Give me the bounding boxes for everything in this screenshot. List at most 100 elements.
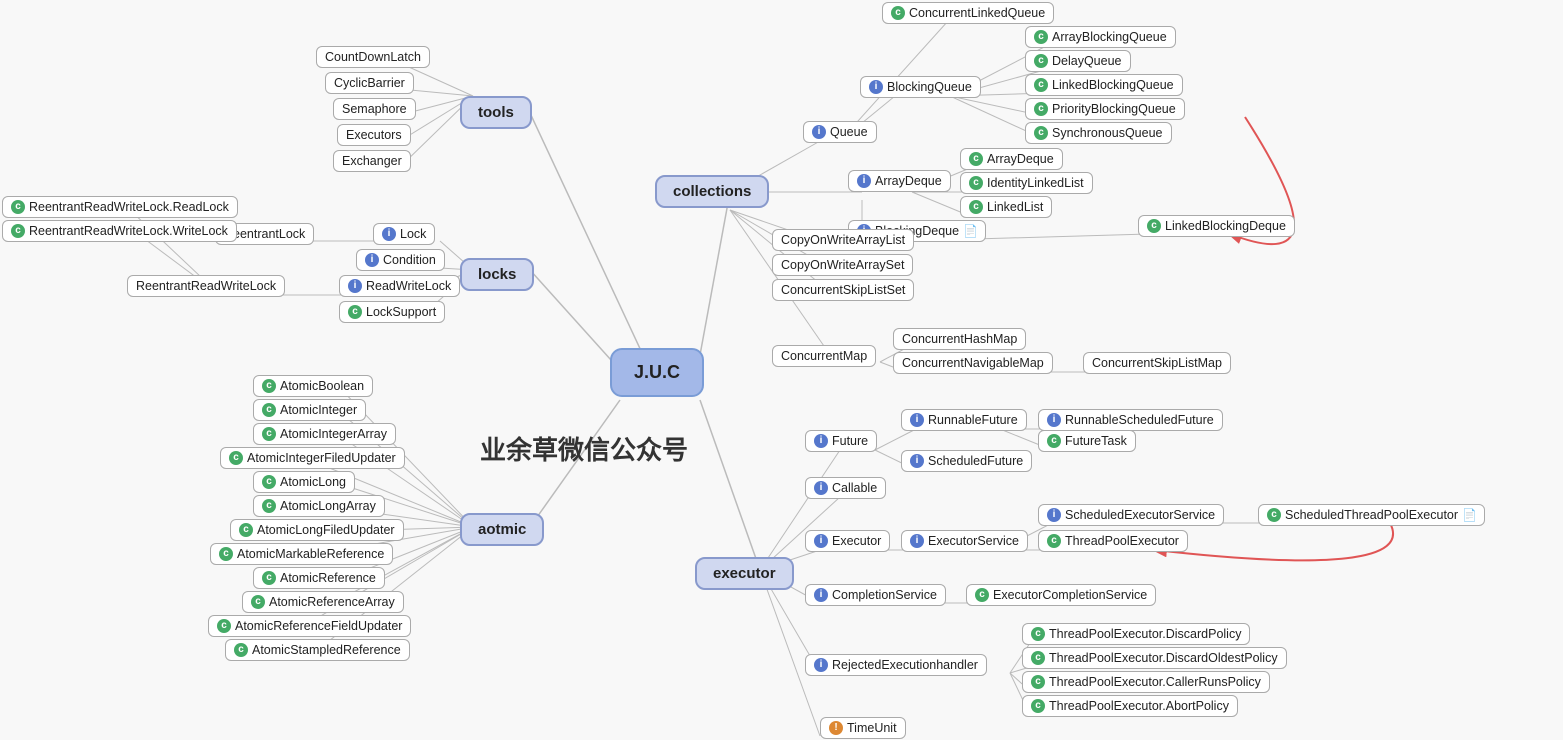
es-label: ExecutorService xyxy=(928,534,1019,548)
exec-icon: i xyxy=(814,534,828,548)
ll-icon: c xyxy=(969,200,983,214)
category-locks-label: locks xyxy=(478,266,516,283)
dq-icon: c xyxy=(1034,54,1048,68)
clq-label: ConcurrentLinkedQueue xyxy=(909,6,1045,20)
pbq-icon: c xyxy=(1034,102,1048,116)
sq-icon: c xyxy=(1034,126,1048,140)
exchanger-label: Exchanger xyxy=(342,154,402,168)
sq-label: SynchronousQueue xyxy=(1052,126,1163,140)
rf-icon: i xyxy=(910,413,924,427)
rwlock-label: ReadWriteLock xyxy=(366,279,451,293)
ft-label: FutureTask xyxy=(1065,434,1127,448)
node-scheduledthreadpoolexecutor: cScheduledThreadPoolExecutor📄 xyxy=(1258,504,1485,526)
node-locksupport: cLockSupport xyxy=(339,301,445,323)
node-concurrenthashmap: ConcurrentHashMap xyxy=(893,328,1026,350)
cyclicbarrier-label: CyclicBarrier xyxy=(334,76,405,90)
dp-label: ThreadPoolExecutor.DiscardPolicy xyxy=(1049,627,1241,641)
node-readlock: cReentrantReadWriteLock.ReadLock xyxy=(2,196,238,218)
rf-label: RunnableFuture xyxy=(928,413,1018,427)
node-threadpoolexecutor: cThreadPoolExecutor xyxy=(1038,530,1188,552)
node-abort: c ThreadPoolExecutor.AbortPolicy xyxy=(1022,695,1238,717)
stpe-label: ScheduledThreadPoolExecutor xyxy=(1285,508,1458,522)
category-collections: collections xyxy=(655,175,769,208)
ses-icon: i xyxy=(1047,508,1061,522)
node-linkedblockingdeque: c LinkedBlockingDeque xyxy=(1138,215,1295,237)
node-delayqueue: c DelayQueue xyxy=(1025,50,1131,72)
lock-label: Lock xyxy=(400,227,426,241)
future-icon: i xyxy=(814,434,828,448)
node-concurrentnavigablemap: ConcurrentNavigableMap xyxy=(893,352,1053,374)
node-rejectedhandler: i RejectedExecutionhandler xyxy=(805,654,987,676)
node-deque: i ArrayDeque xyxy=(848,170,951,192)
ap-label: ThreadPoolExecutor.AbortPolicy xyxy=(1049,699,1229,713)
bq-icon: i xyxy=(869,80,883,94)
readlock-icon: c xyxy=(11,200,25,214)
node-identitylinkedlist: cIdentityLinkedList xyxy=(960,172,1093,194)
node-futuretask: c FutureTask xyxy=(1038,430,1136,452)
node-concurrentskiplistmap: ConcurrentSkipListMap xyxy=(1083,352,1231,374)
ad-label: ArrayDeque xyxy=(987,152,1054,166)
stpe-doc-icon: 📄 xyxy=(1462,508,1476,522)
node-lock: i Lock xyxy=(373,223,435,245)
cm-label: ConcurrentMap xyxy=(781,349,867,363)
crp-label: ThreadPoolExecutor.CallerRunsPolicy xyxy=(1049,675,1261,689)
doc-icon: 📄 xyxy=(963,224,977,238)
lbd-icon: c xyxy=(1147,219,1161,233)
dop-icon: c xyxy=(1031,651,1045,665)
callable-icon: i xyxy=(814,481,828,495)
executors-label: Executors xyxy=(346,128,402,142)
crp-icon: c xyxy=(1031,675,1045,689)
node-callerruns: c ThreadPoolExecutor.CallerRunsPolicy xyxy=(1022,671,1270,693)
node-atomicreferencearray: cAtomicReferenceArray xyxy=(242,591,404,613)
node-discardoldest: cThreadPoolExecutor.DiscardOldestPolicy xyxy=(1022,647,1287,669)
ap-icon: c xyxy=(1031,699,1045,713)
node-blockingqueue: i BlockingQueue xyxy=(860,76,981,98)
node-atomicintegerfiledupdater: cAtomicIntegerFiledUpdater xyxy=(220,447,405,469)
subtitle: 业余草微信公众号 xyxy=(480,430,688,467)
condition-icon: i xyxy=(365,253,379,267)
reh-icon: i xyxy=(814,658,828,672)
es-icon: i xyxy=(910,534,924,548)
cowalist-label: CopyOnWriteArrayList xyxy=(781,233,905,247)
bq-label: BlockingQueue xyxy=(887,80,972,94)
node-atomicinteger: cAtomicInteger xyxy=(253,399,366,421)
node-exchanger: Exchanger xyxy=(333,150,411,172)
arraybq-label: ArrayBlockingQueue xyxy=(1052,30,1167,44)
dq-label: DelayQueue xyxy=(1052,54,1122,68)
node-runnablefuture: i RunnableFuture xyxy=(901,409,1027,431)
center-label: J.U.C xyxy=(634,362,680,383)
lbd-label: LinkedBlockingDeque xyxy=(1165,219,1286,233)
node-readwritelock: iReadWriteLock xyxy=(339,275,460,297)
sf-icon: i xyxy=(910,454,924,468)
queue-label: Queue xyxy=(830,125,868,139)
cowaset-label: CopyOnWriteArraySet xyxy=(781,258,904,272)
ft-icon: c xyxy=(1047,434,1061,448)
node-countdownlatch: CountDownLatch xyxy=(316,46,430,68)
node-condition: iCondition xyxy=(356,249,445,271)
cs-label: CompletionService xyxy=(832,588,937,602)
sf-label: ScheduledFuture xyxy=(928,454,1023,468)
category-tools-label: tools xyxy=(478,104,514,121)
category-collections-label: collections xyxy=(673,183,751,200)
tu-label: TimeUnit xyxy=(847,721,897,735)
node-atomicstampledreference: cAtomicStampledReference xyxy=(225,639,410,661)
tpe-label: ThreadPoolExecutor xyxy=(1065,534,1179,548)
reh-label: RejectedExecutionhandler xyxy=(832,658,978,672)
lock-icon: i xyxy=(382,227,396,241)
node-linkedbq: cLinkedBlockingQueue xyxy=(1025,74,1183,96)
node-timeunit: !TimeUnit xyxy=(820,717,906,739)
node-writelock: cReentrantReadWriteLock.WriteLock xyxy=(2,220,237,242)
node-arraydeque: cArrayDeque xyxy=(960,148,1063,170)
node-atomicreferencefieldupd: cAtomicReferenceFieldUpdater xyxy=(208,615,411,637)
deque-label: ArrayDeque xyxy=(875,174,942,188)
countdownlatch-label: CountDownLatch xyxy=(325,50,421,64)
node-atomiclongarray: cAtomicLongArray xyxy=(253,495,385,517)
node-future: iFuture xyxy=(805,430,877,452)
ses-label: ScheduledExecutorService xyxy=(1065,508,1215,522)
locksupport-icon: c xyxy=(348,305,362,319)
node-cyclicbarrier: CyclicBarrier xyxy=(325,72,414,94)
semaphore-label: Semaphore xyxy=(342,102,407,116)
node-completionservice: iCompletionService xyxy=(805,584,946,606)
deque-icon: i xyxy=(857,174,871,188)
node-atomicboolean: cAtomicBoolean xyxy=(253,375,373,397)
